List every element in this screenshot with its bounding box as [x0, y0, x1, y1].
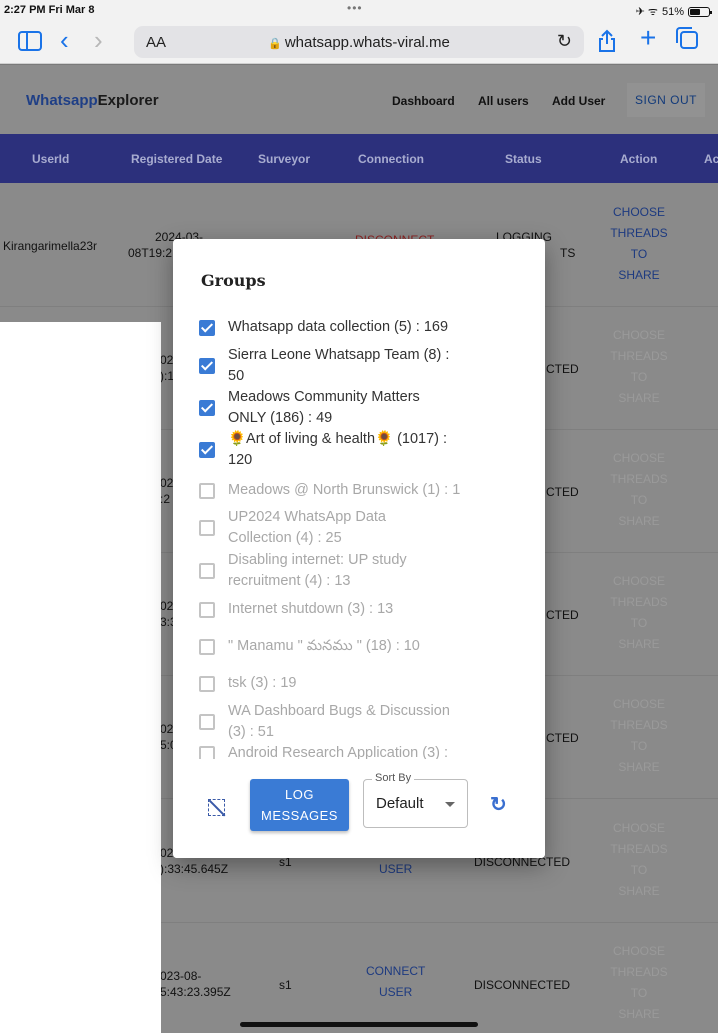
- groups-dialog: Groups Whatsapp data collection (5) : 16…: [173, 239, 545, 858]
- cell-date: ):33:45.645Z: [160, 862, 229, 876]
- choose-threads-button[interactable]: CHOOSE THREADS TO SHARE: [604, 818, 674, 902]
- log-messages-button[interactable]: LOG MESSAGES: [250, 779, 349, 831]
- col-status: Status: [505, 152, 542, 166]
- tabs-overview-icon[interactable]: [676, 27, 698, 49]
- choose-threads-button[interactable]: CHOOSE THREADS TO SHARE: [604, 694, 674, 778]
- app-header: WhatsappExplorer Dashboard All users Add…: [0, 65, 718, 135]
- reload-icon[interactable]: ↻: [557, 31, 572, 52]
- sign-out-button[interactable]: SIGN OUT: [627, 83, 705, 117]
- dropdown-caret-icon: [445, 802, 455, 807]
- lock-icon: 🔒: [268, 38, 282, 50]
- refresh-icon[interactable]: ↻: [490, 792, 507, 817]
- browser-toolbar: ‹ › AA 🔒 whatsapp.whats-viral.me ↻ +: [0, 20, 718, 64]
- col-surveyor: Surveyor: [258, 152, 311, 166]
- connect-user-button[interactable]: USER: [379, 985, 412, 999]
- new-tab-icon[interactable]: +: [640, 24, 656, 52]
- app-logo[interactable]: WhatsappExplorer: [26, 92, 159, 109]
- group-item[interactable]: Whatsapp data collection (5) : 169: [199, 317, 519, 338]
- col-ac: Ac: [704, 152, 718, 166]
- share-icon[interactable]: [598, 29, 616, 57]
- cell-surveyor: s1: [279, 978, 292, 992]
- cell-date: 02: [160, 599, 174, 613]
- group-item[interactable]: Meadows @ North Brunswick (1) : 1: [199, 480, 519, 501]
- cell-date: 02: [160, 722, 174, 736]
- group-item[interactable]: Disabling internet: UP study recruitment …: [199, 550, 519, 592]
- battery-percent: 51%: [661, 5, 684, 18]
- group-item[interactable]: " Manamu " మనము " (18) : 10: [199, 636, 519, 657]
- deselect-all-icon[interactable]: [208, 799, 225, 816]
- cell-status: DISCONNECTED: [474, 978, 571, 992]
- group-item[interactable]: Sierra Leone Whatsapp Team (8) :50: [199, 345, 519, 387]
- group-item[interactable]: Internet shutdown (3) : 13: [199, 599, 519, 620]
- status-indicators: ✈ ᯤ 51%: [635, 4, 712, 19]
- group-item[interactable]: UP2024 WhatsApp Data Collection (4) : 25: [199, 507, 519, 549]
- sort-by-value: Default: [376, 795, 424, 812]
- checkbox-empty-icon[interactable]: [199, 563, 215, 579]
- cell-userid: Kirangarimella23r: [3, 239, 98, 253]
- cell-date: :2: [160, 492, 171, 506]
- choose-threads-button[interactable]: CHOOSE THREADS TO SHARE: [604, 325, 674, 409]
- nav-add-user[interactable]: Add User: [552, 94, 605, 108]
- status-time: 2:27 PM Fri Mar 8: [4, 4, 95, 16]
- cell-status: CTED: [546, 362, 579, 376]
- choose-threads-button[interactable]: CHOOSE THREADS TO SHARE: [604, 448, 674, 532]
- checkbox-checked-icon[interactable]: [199, 319, 215, 336]
- checkbox-checked-icon[interactable]: [199, 358, 215, 374]
- checkbox-empty-icon[interactable]: [199, 714, 215, 730]
- dialog-actions: LOG MESSAGES Sort By Default ↻: [173, 759, 545, 858]
- connect-user-button[interactable]: USER: [379, 862, 412, 876]
- cell-date: 02: [160, 353, 174, 367]
- home-indicator: [240, 1022, 478, 1027]
- group-item[interactable]: tsk (3) : 19: [199, 673, 519, 694]
- forward-icon[interactable]: ›: [94, 27, 103, 53]
- nav-all-users[interactable]: All users: [478, 94, 529, 108]
- group-item[interactable]: Meadows Community Matters ONLY (186) : 49: [199, 387, 519, 429]
- checkbox-checked-icon[interactable]: [199, 442, 215, 458]
- choose-threads-button[interactable]: CHOOSE THREADS TO SHARE: [604, 202, 674, 286]
- groups-list[interactable]: Whatsapp data collection (5) : 169 Sierr…: [199, 309, 519, 765]
- cell-date: 5:43:23.395Z: [160, 985, 231, 999]
- battery-icon: [688, 6, 712, 17]
- checkbox-empty-icon[interactable]: [199, 482, 215, 499]
- url-value: whatsapp.whats-viral.me: [284, 34, 450, 51]
- nav-dashboard[interactable]: Dashboard: [392, 94, 455, 108]
- group-item[interactable]: WA Dashboard Bugs & Discussion (3) : 51: [199, 701, 519, 743]
- cell-status: CTED: [546, 608, 579, 622]
- checkbox-empty-icon[interactable]: [199, 675, 215, 692]
- col-connection: Connection: [358, 152, 424, 166]
- address-bar[interactable]: AA 🔒 whatsapp.whats-viral.me ↻: [134, 26, 584, 58]
- checkbox-empty-icon[interactable]: [199, 638, 215, 655]
- multitask-dots[interactable]: •••: [347, 1, 363, 15]
- cell-date: 023-08-: [160, 969, 202, 983]
- checkbox-checked-icon[interactable]: [199, 400, 215, 416]
- checkbox-empty-icon[interactable]: [199, 601, 215, 618]
- sort-by-select[interactable]: Sort By Default: [363, 772, 468, 828]
- cell-date: ):1: [160, 369, 175, 383]
- col-action: Action: [620, 152, 658, 166]
- sort-by-label: Sort By: [372, 772, 415, 784]
- cell-status: CTED: [546, 485, 579, 499]
- blank-side-panel: [0, 322, 161, 1033]
- cell-status: CTED: [546, 731, 579, 745]
- group-item[interactable]: 🌻Art of living & health🌻 (1017) :120: [199, 429, 519, 471]
- dialog-title: Groups: [201, 271, 266, 290]
- cell-date: 02: [160, 476, 174, 490]
- url-text: 🔒 whatsapp.whats-viral.me: [134, 34, 584, 51]
- airplane-wifi-icon: ✈ ᯤ: [635, 6, 658, 18]
- cell-status: TS: [560, 246, 576, 260]
- col-registered-date: Registered Date: [131, 152, 223, 166]
- col-userid: UserId: [32, 152, 70, 166]
- cell-date: 08T19:2: [128, 246, 173, 260]
- connect-user-button[interactable]: CONNECT: [366, 964, 425, 978]
- status-bar: 2:27 PM Fri Mar 8 ••• ✈ ᯤ 51%: [0, 0, 718, 20]
- choose-threads-button[interactable]: CHOOSE THREADS TO SHARE: [604, 571, 674, 655]
- sidebar-icon[interactable]: [18, 31, 42, 51]
- choose-threads-button[interactable]: CHOOSE THREADS TO SHARE: [604, 941, 674, 1025]
- back-icon[interactable]: ‹: [60, 27, 69, 53]
- table-header: UserId Registered Date Surveyor Connecti…: [0, 134, 718, 183]
- checkbox-empty-icon[interactable]: [199, 520, 215, 536]
- cell-date: 02: [160, 846, 174, 860]
